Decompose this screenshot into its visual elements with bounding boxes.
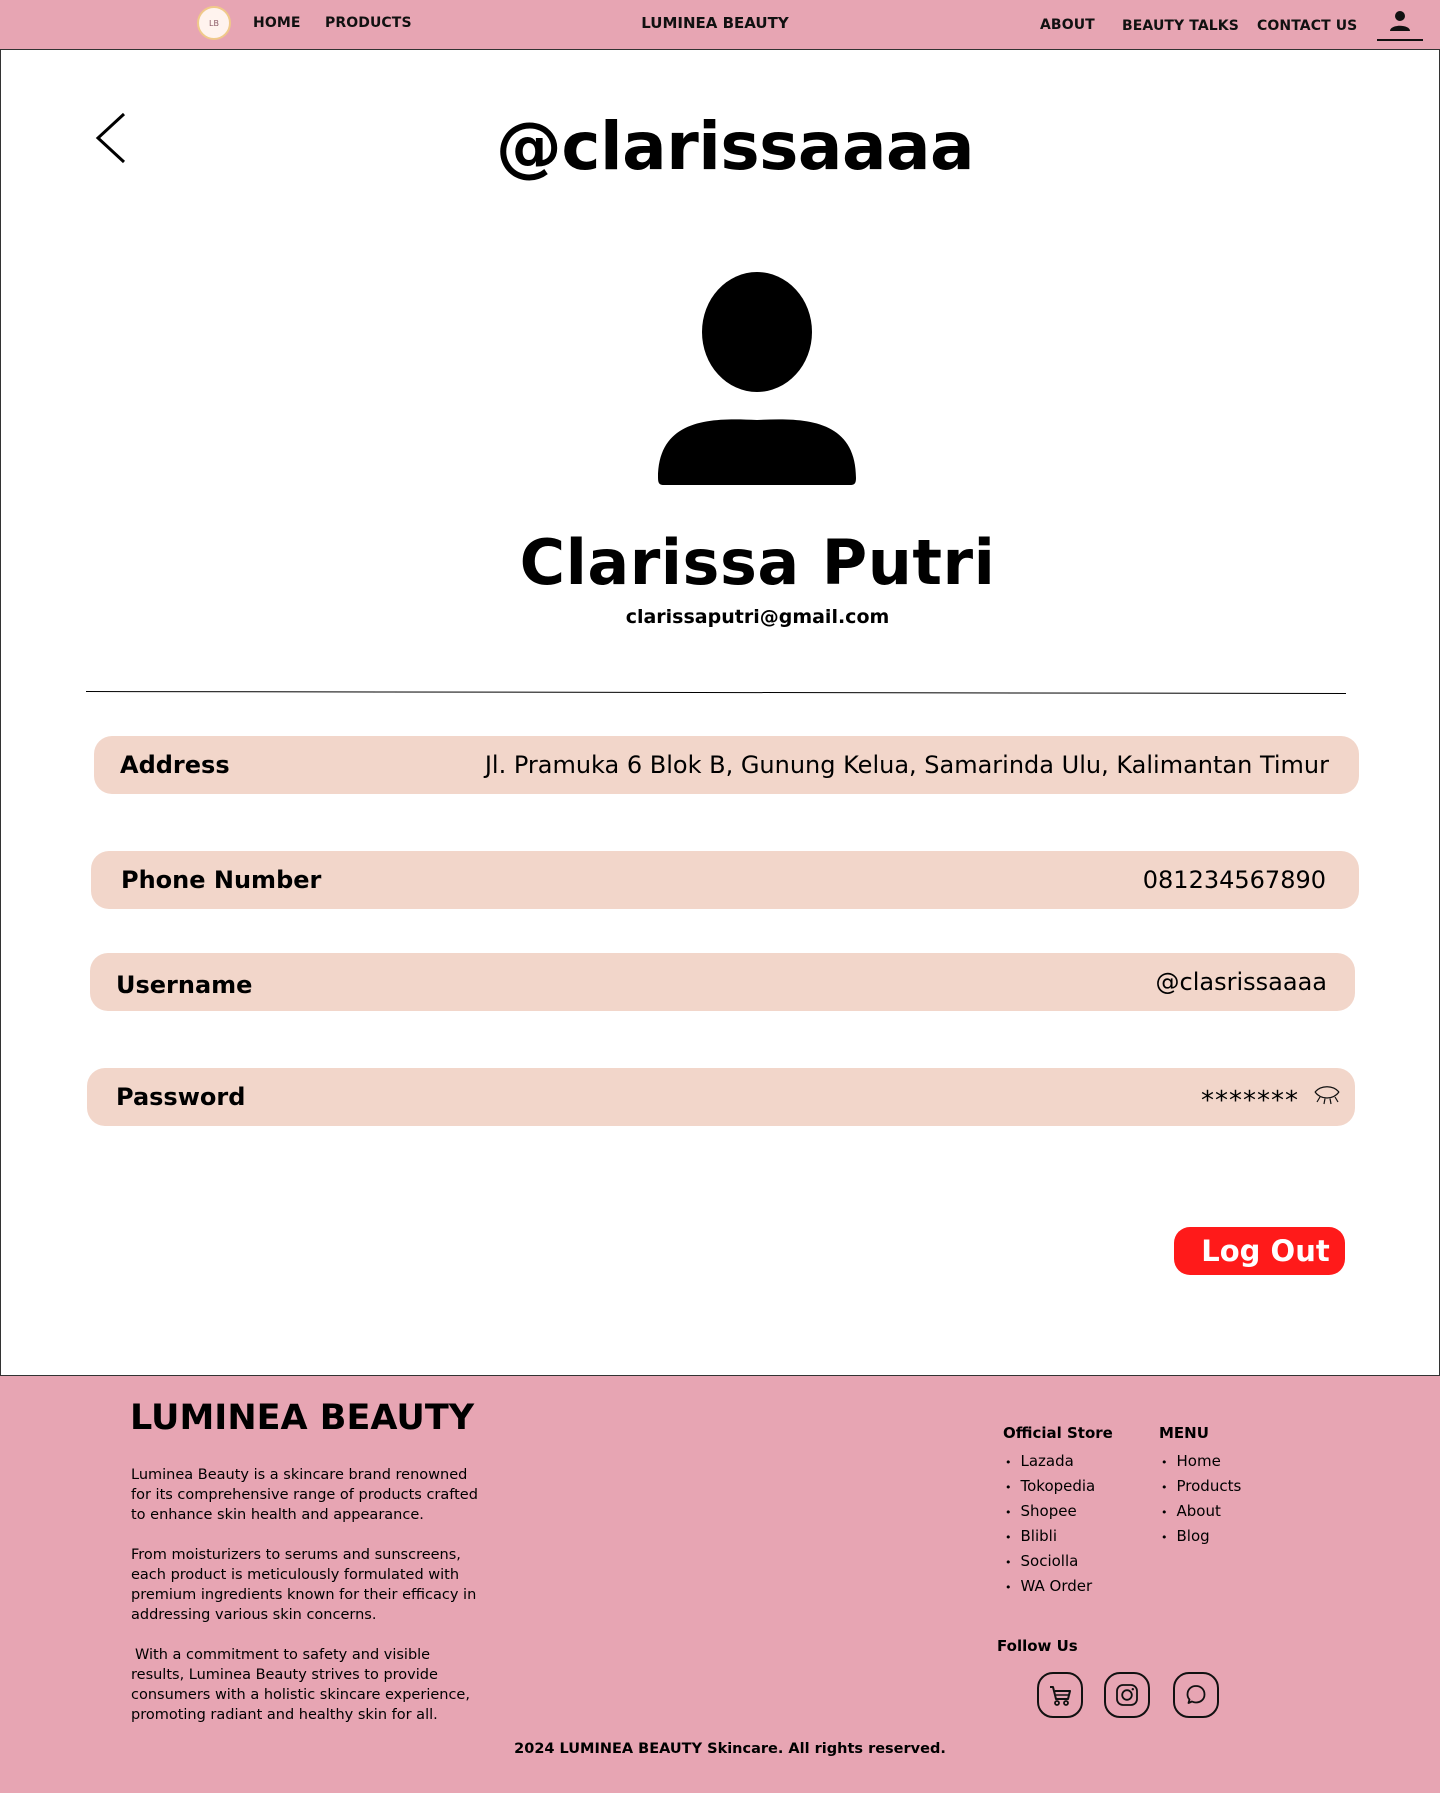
logo-text: LB	[209, 18, 219, 28]
footer-menu-home[interactable]: Home	[1161, 1449, 1241, 1474]
footer-menu-blog[interactable]: Blog	[1161, 1524, 1241, 1549]
user-silhouette-icon	[658, 272, 856, 485]
store-link-shopee[interactable]: Shopee	[1005, 1499, 1095, 1524]
copyright: 2024 LUMINEA BEAUTY Skincare. All rights…	[514, 1741, 946, 1757]
official-store-list: Lazada Tokopedia Shopee Blibli Sociolla …	[1005, 1449, 1096, 1599]
whatsapp-icon	[1186, 1685, 1206, 1704]
phone-field[interactable]: Phone Number 081234567890	[91, 851, 1359, 909]
eye-closed-icon	[1314, 1086, 1340, 1105]
site-footer: LUMINEA BEAUTY Luminea Beauty is a skinc…	[0, 1375, 1440, 1793]
user-icon	[1390, 11, 1410, 31]
footer-about-paragraph: Luminea Beauty is a skincare brand renow…	[131, 1467, 478, 1523]
username-field[interactable]: Username @clasrissaaaa	[90, 953, 1355, 1011]
store-link-lazada[interactable]: Lazada	[1005, 1449, 1095, 1474]
back-button[interactable]	[94, 112, 128, 168]
brand-logo[interactable]: LB	[197, 6, 231, 40]
store-link-wa-order[interactable]: WA Order	[1005, 1574, 1095, 1599]
shopping-cart-icon	[1050, 1686, 1071, 1706]
footer-menu-products[interactable]: Products	[1161, 1474, 1242, 1499]
profile-handle: @clarissaaaa	[495, 108, 975, 185]
nav-beauty-talks-link[interactable]: BEAUTY TALKS	[1122, 18, 1239, 34]
nav-contact-link[interactable]: CONTACT US	[1257, 18, 1357, 34]
footer-menu-about[interactable]: About	[1161, 1499, 1241, 1524]
store-link-blibli[interactable]: Blibli	[1005, 1524, 1095, 1549]
phone-value: 081234567890	[1142, 866, 1326, 894]
username-label: Username	[116, 971, 253, 999]
menu-title: MENU	[1159, 1424, 1209, 1442]
chevron-left-icon	[95, 112, 126, 164]
nav-about-link[interactable]: ABOUT	[1040, 17, 1095, 33]
footer-about-paragraph: From moisturizers to serums and sunscree…	[131, 1547, 477, 1623]
phone-label: Phone Number	[121, 866, 322, 894]
username-value: @clasrissaaaa	[1155, 968, 1327, 996]
instagram-icon	[1116, 1684, 1138, 1706]
follow-us-title: Follow Us	[997, 1637, 1078, 1655]
nav-home-link[interactable]: HOME	[253, 15, 301, 31]
account-button[interactable]	[1377, 9, 1423, 41]
top-navbar: LB HOME PRODUCTS LUMINEA BEAUTY ABOUT BE…	[0, 0, 1440, 50]
social-instagram-button[interactable]	[1104, 1672, 1150, 1718]
address-label: Address	[120, 751, 230, 779]
password-value-group: *******	[1201, 1078, 1341, 1116]
password-field[interactable]: Password *******	[87, 1068, 1355, 1126]
profile-full-name: Clarissa Putri	[519, 526, 996, 599]
password-label: Password	[116, 1083, 246, 1111]
social-shop-button[interactable]	[1037, 1672, 1083, 1718]
profile-email: clarissaputri@gmail.com	[625, 606, 890, 628]
profile-avatar	[654, 272, 860, 490]
logout-button[interactable]: Log Out	[1174, 1227, 1345, 1275]
footer-menu-list: Home Products About Blog	[1161, 1449, 1242, 1549]
address-field[interactable]: Address Jl. Pramuka 6 Blok B, Gunung Kel…	[94, 736, 1359, 794]
password-value: *******	[1201, 1086, 1299, 1116]
footer-brand: LUMINEA BEAUTY	[130, 1398, 475, 1438]
store-link-sociolla[interactable]: Sociolla	[1005, 1549, 1095, 1574]
footer-about: Luminea Beauty is a skincare brand renow…	[131, 1465, 481, 1745]
address-value: Jl. Pramuka 6 Blok B, Gunung Kelua, Sama…	[484, 751, 1329, 779]
official-store-title: Official Store	[1003, 1424, 1113, 1442]
store-link-tokopedia[interactable]: Tokopedia	[1005, 1474, 1096, 1499]
toggle-password-visibility[interactable]	[1313, 1086, 1341, 1108]
social-whatsapp-button[interactable]	[1173, 1672, 1219, 1718]
nav-products-link[interactable]: PRODUCTS	[325, 15, 412, 31]
site-title: LUMINEA BEAUTY	[641, 14, 789, 32]
footer-about-paragraph: With a commitment to safety and visible …	[131, 1647, 470, 1723]
